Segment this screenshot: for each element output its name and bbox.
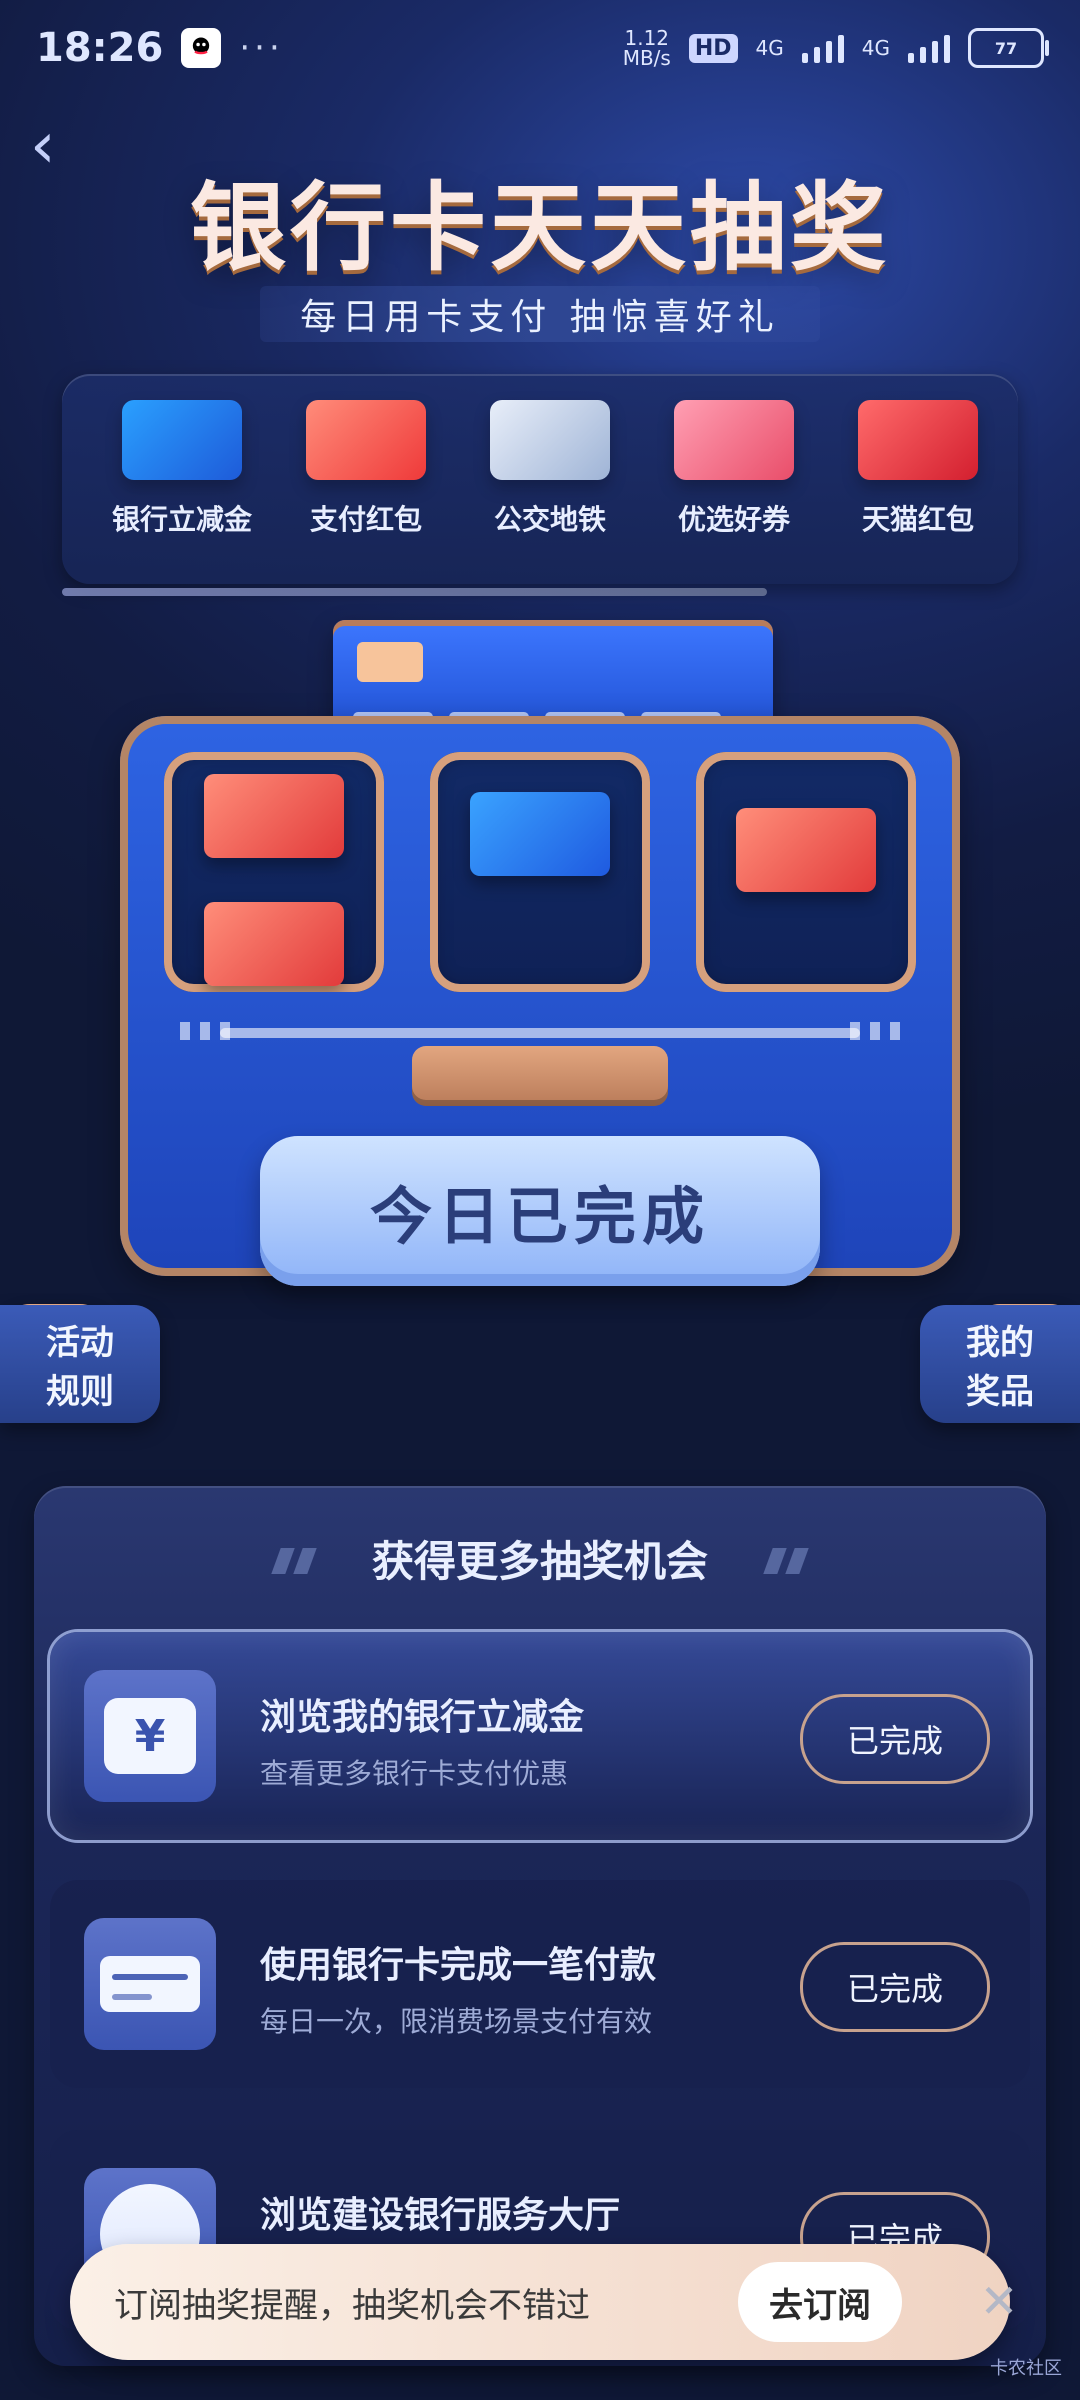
yen-symbol: ¥ xyxy=(104,1698,196,1774)
prize-label: 公交地铁 xyxy=(493,503,606,536)
prize-label: 天猫红包 xyxy=(861,503,974,536)
hd-badge: HD xyxy=(688,33,738,63)
prize-item[interactable]: 公交地铁 xyxy=(458,400,642,538)
subscribe-button[interactable]: 去订阅 xyxy=(738,2262,902,2342)
machine-body: 今日已完成 xyxy=(0,716,1080,1364)
red-envelope-icon xyxy=(204,902,344,986)
task-item[interactable]: ¥ 浏览我的银行立减金 查看更多银行卡支付优惠 已完成 xyxy=(50,1632,1030,1840)
machine-grille xyxy=(220,1028,860,1038)
more-dots: ··· xyxy=(239,28,284,68)
task-text: 使用银行卡完成一笔付款 每日一次，限消费场景支付有效 xyxy=(260,1936,780,2040)
prize-item[interactable]: 天猫红包 xyxy=(826,400,1010,538)
red-envelope-icon xyxy=(736,808,876,892)
reel-window-center xyxy=(430,752,650,992)
yen-ticket-icon: ¥ xyxy=(84,1670,216,1802)
signal-icon-1 xyxy=(801,33,844,63)
task-desc: 每日一次，限消费场景支付有效 xyxy=(260,2005,653,2038)
prize-item[interactable]: 银行立减金 xyxy=(90,400,274,538)
coupon-icon xyxy=(674,400,794,480)
bank-card-icon xyxy=(84,1918,216,2050)
bank-discount-icon xyxy=(122,400,242,480)
my-prizes-tab[interactable]: 我的 奖品 xyxy=(920,1305,1080,1423)
battery-icon: 77 xyxy=(968,28,1049,68)
page-subtitle: 每日用卡支付 抽惊喜好礼 xyxy=(300,297,780,338)
activity-rules-label: 活动 规则 xyxy=(46,1323,114,1412)
status-time: 18:26 xyxy=(36,25,164,71)
bus-metro-icon xyxy=(490,400,610,480)
task-text: 浏览我的银行立减金 查看更多银行卡支付优惠 xyxy=(260,1688,780,1792)
task-title: 使用银行卡完成一笔付款 xyxy=(260,1945,657,1986)
reel-window-left xyxy=(164,752,384,992)
draw-button[interactable]: 今日已完成 xyxy=(260,1136,820,1286)
draw-button-label: 今日已完成 xyxy=(369,1180,710,1253)
task-desc: 查看更多银行卡支付优惠 xyxy=(260,1757,569,1790)
prize-item[interactable]: 支付红包 xyxy=(274,400,458,538)
title-decoration-right xyxy=(763,1548,809,1574)
prize-item[interactable]: 优选好券 xyxy=(642,400,826,538)
card-chip-icon xyxy=(357,642,423,682)
watermark-text: 卡农社区 xyxy=(990,2358,1062,2379)
prize-label: 优选好券 xyxy=(677,503,790,536)
task-title: 浏览建设银行服务大厅 xyxy=(260,2195,621,2236)
red-envelope-icon xyxy=(306,400,426,480)
task-title: 浏览我的银行立减金 xyxy=(260,1697,585,1738)
activity-rules-tab[interactable]: 活动 规则 xyxy=(0,1305,160,1423)
reel-window-right xyxy=(696,752,916,992)
task-text: 浏览建设银行服务大厅 xyxy=(260,2186,780,2250)
status-right: 1.12 MB/s HD 4G 4G 77 xyxy=(623,28,1049,68)
close-icon[interactable]: ✕ xyxy=(978,2278,1020,2324)
task-status-button[interactable]: 已完成 xyxy=(800,1694,990,1784)
prize-label: 银行立减金 xyxy=(111,503,252,536)
signal-2-label: 4G xyxy=(861,36,890,60)
page-title: 银行卡天天抽奖 xyxy=(190,172,890,284)
network-speed-unit: MB/s xyxy=(622,46,671,70)
my-prizes-label: 我的 奖品 xyxy=(966,1323,1034,1412)
red-envelope-icon xyxy=(204,774,344,858)
battery-level: 77 xyxy=(994,38,1018,58)
coin-slot xyxy=(412,1046,668,1106)
tmall-red-envelope-icon xyxy=(858,400,978,480)
title-decoration-left xyxy=(271,1548,317,1574)
subscribe-toast: 订阅抽奖提醒，抽奖机会不错过 去订阅 ✕ xyxy=(70,2244,1018,2360)
status-bar: 18:26 ··· 1.12 MB/s HD 4G 4G 77 xyxy=(0,0,1080,96)
bank-card-icon xyxy=(470,792,610,876)
task-item[interactable]: 使用银行卡完成一笔付款 每日一次，限消费场景支付有效 已完成 xyxy=(50,1880,1030,2088)
network-speed-value: 1.12 xyxy=(624,26,670,50)
network-speed: 1.12 MB/s xyxy=(623,28,671,68)
prize-list: 银行立减金 支付红包 公交地铁 优选好券 天猫红包 xyxy=(90,400,1010,538)
lottery-machine: 今日已完成 xyxy=(0,620,1080,1364)
signal-1-label: 4G xyxy=(755,36,784,60)
qq-icon xyxy=(181,28,222,68)
subtitle-band: 每日用卡支付 抽惊喜好礼 xyxy=(260,286,820,342)
prize-strip-scrollbar xyxy=(62,588,767,596)
toast-text: 订阅抽奖提醒，抽奖机会不错过 xyxy=(114,2285,590,2326)
tasks-panel-title: 获得更多抽奖机会 xyxy=(371,1537,708,1586)
task-status-button[interactable]: 已完成 xyxy=(800,1942,990,2032)
status-left: 18:26 ··· xyxy=(36,25,284,71)
signal-icon-2 xyxy=(908,33,950,63)
prize-label: 支付红包 xyxy=(309,503,422,536)
grille-right xyxy=(850,1022,900,1040)
